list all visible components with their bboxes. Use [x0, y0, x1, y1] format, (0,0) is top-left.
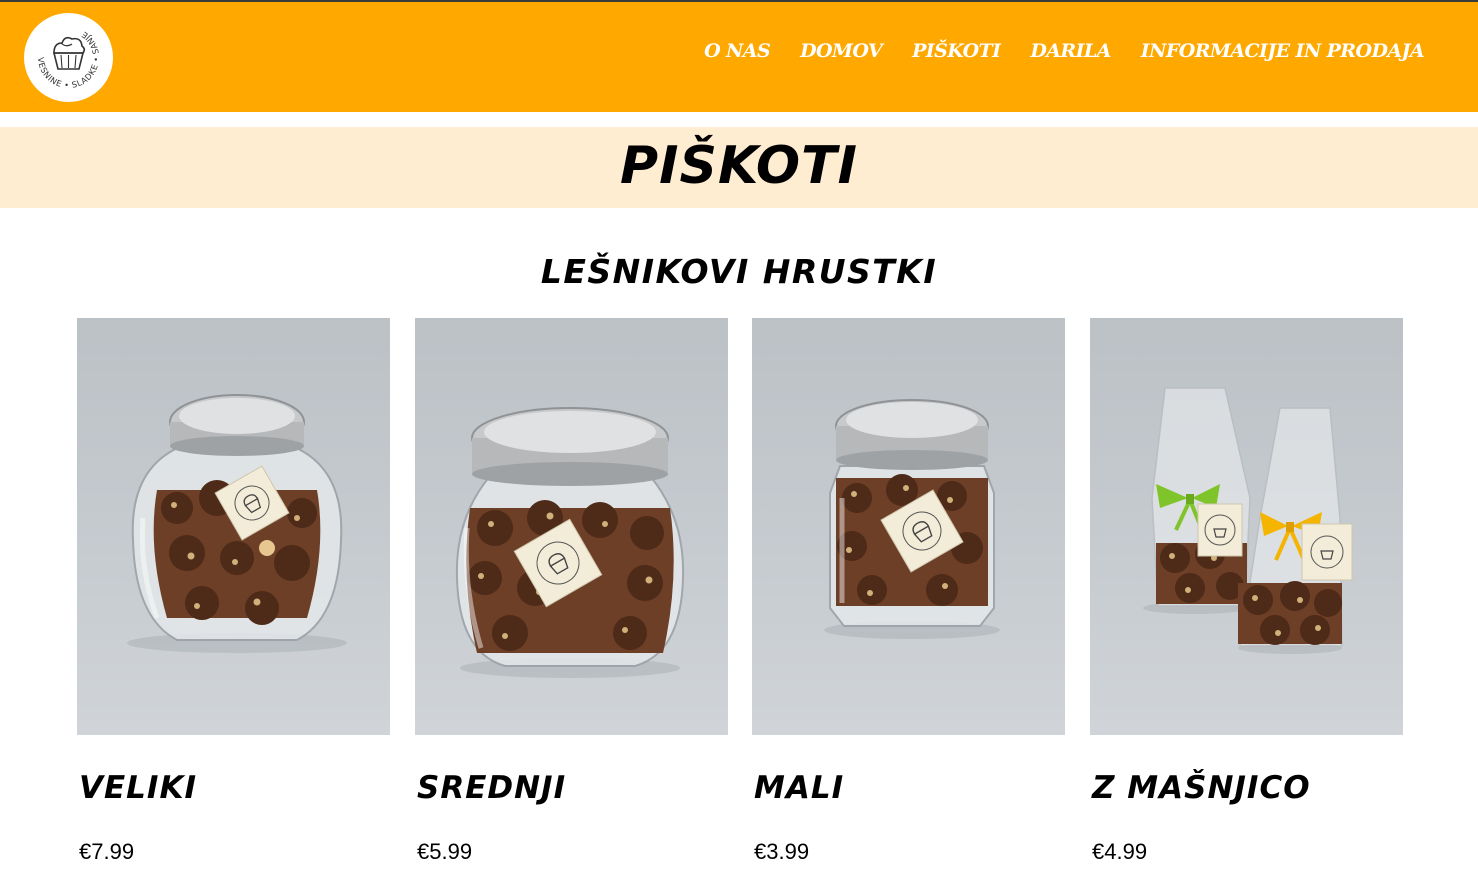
nav-item-domov[interactable]: DOMOV — [800, 40, 883, 62]
nav-item-o-nas[interactable]: O NAS — [704, 40, 771, 62]
nav-item-informacije[interactable]: INFORMACIJE IN PRODAJA — [1141, 40, 1425, 62]
jar-photo-icon — [824, 399, 1000, 639]
product-card: MALI €3.99 — [752, 318, 1065, 878]
jar-photo-icon — [127, 394, 347, 653]
product-card: Z MAŠNJICO €4.99 — [1090, 318, 1403, 878]
nav-item-piskoti[interactable]: PIŠKOTI — [912, 40, 1001, 62]
cupcake-logo-icon: VESNINE • SLADKE • SANJE — [36, 29, 101, 90]
site-header: VESNINE • SLADKE • SANJE O NAS DOMOV PIŠ… — [0, 2, 1478, 112]
product-image[interactable] — [752, 318, 1065, 735]
nav-item-darila[interactable]: DARILA — [1030, 40, 1111, 62]
product-price: €7.99 — [79, 839, 135, 864]
section-title: LEŠNIKOVI HRUSTKI — [540, 252, 938, 291]
product-name[interactable]: SREDNJI — [417, 766, 566, 810]
product-image[interactable] — [1090, 318, 1403, 735]
product-price: €4.99 — [1092, 839, 1148, 864]
main-nav: O NAS DOMOV PIŠKOTI DARILA INFORMACIJE I… — [704, 40, 1425, 62]
product-price: €5.99 — [417, 839, 473, 864]
product-image[interactable] — [415, 318, 728, 735]
product-price: €3.99 — [754, 839, 810, 864]
page-title: PIŠKOTI — [620, 136, 858, 196]
product-image[interactable] — [77, 318, 390, 735]
jar-photo-icon — [455, 407, 685, 678]
product-name[interactable]: MALI — [754, 766, 844, 810]
site-logo[interactable]: VESNINE • SLADKE • SANJE — [24, 13, 113, 102]
product-name[interactable]: Z MAŠNJICO — [1092, 766, 1311, 810]
product-name[interactable]: VELIKI — [79, 766, 197, 810]
product-card: SREDNJI €5.99 — [415, 318, 728, 878]
bag-photo-icon — [1143, 387, 1353, 654]
product-card: VELIKI €7.99 — [77, 318, 390, 878]
